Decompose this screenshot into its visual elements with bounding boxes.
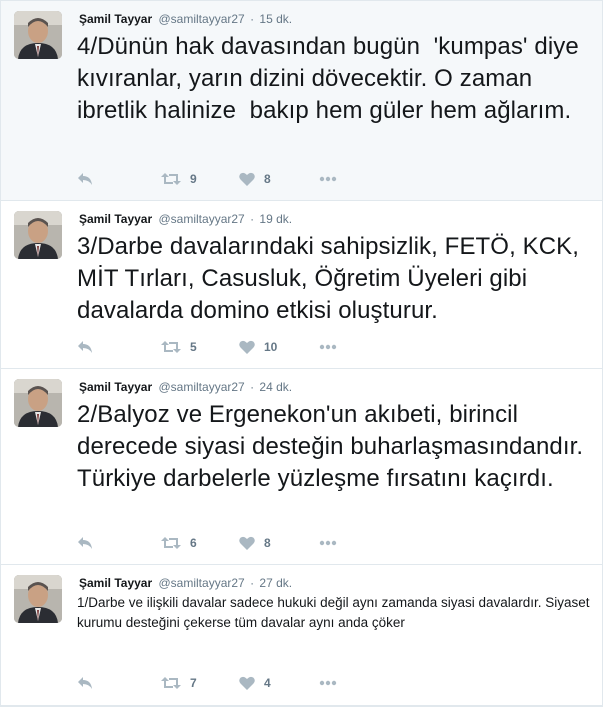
tweet-text: 1/Darbe ve ilişkili davalar sadece hukuk… — [77, 595, 594, 630]
retweet-button[interactable]: 7 — [161, 673, 197, 693]
separator: · — [250, 576, 255, 590]
tweet-timestamp[interactable]: 27 dk. — [259, 576, 292, 590]
author-name[interactable]: Şamil Tayyar — [79, 576, 152, 590]
retweet-count: 9 — [190, 172, 197, 186]
author-name[interactable]: Şamil Tayyar — [79, 12, 152, 26]
more-button[interactable] — [319, 533, 337, 553]
tweet-timeline: Şamil Tayyar @samiltayyar27 · 15 dk. 4/D… — [1, 1, 602, 705]
retweet-button[interactable]: 6 — [161, 533, 197, 553]
more-icon — [319, 344, 337, 350]
tweet-header: Şamil Tayyar @samiltayyar27 · 19 dk. — [79, 211, 292, 227]
tweet-text: 3/Darbe davalarındaki sahipsizlik, FETÖ,… — [77, 233, 586, 324]
tweet[interactable]: Şamil Tayyar @samiltayyar27 · 27 dk. 1/D… — [1, 565, 602, 705]
tweet[interactable]: Şamil Tayyar @samiltayyar27 · 24 dk. 2/B… — [1, 369, 602, 565]
reply-button[interactable] — [77, 673, 93, 693]
retweet-button[interactable]: 5 — [161, 337, 197, 357]
avatar[interactable] — [14, 379, 62, 427]
reply-icon — [77, 676, 93, 690]
avatar[interactable] — [14, 575, 62, 623]
author-handle[interactable]: @samiltayyar27 — [159, 380, 245, 394]
like-button[interactable]: 8 — [239, 169, 271, 189]
separator: · — [250, 380, 255, 394]
retweet-icon — [161, 676, 181, 690]
tweet-header: Şamil Tayyar @samiltayyar27 · 24 dk. — [79, 379, 292, 395]
tweet-header: Şamil Tayyar @samiltayyar27 · 15 dk. — [79, 11, 292, 27]
reply-button[interactable] — [77, 337, 93, 357]
tweet[interactable]: Şamil Tayyar @samiltayyar27 · 19 dk. 3/D… — [1, 201, 602, 369]
tweet-timestamp[interactable]: 24 dk. — [259, 380, 292, 394]
more-button[interactable] — [319, 169, 337, 189]
heart-icon — [239, 536, 255, 550]
tweet[interactable]: Şamil Tayyar @samiltayyar27 · 15 dk. 4/D… — [1, 1, 602, 201]
avatar[interactable] — [14, 11, 62, 59]
author-handle[interactable]: @samiltayyar27 — [159, 576, 245, 590]
reply-button[interactable] — [77, 533, 93, 553]
like-count: 8 — [264, 172, 271, 186]
separator: · — [250, 212, 255, 226]
like-button[interactable]: 4 — [239, 673, 271, 693]
tweet-header: Şamil Tayyar @samiltayyar27 · 27 dk. — [79, 575, 292, 591]
more-icon — [319, 540, 337, 546]
tweet-timestamp[interactable]: 19 dk. — [259, 212, 292, 226]
retweet-count: 5 — [190, 340, 197, 354]
more-button[interactable] — [319, 673, 337, 693]
more-icon — [319, 176, 337, 182]
author-handle[interactable]: @samiltayyar27 — [159, 212, 245, 226]
like-count: 8 — [264, 536, 271, 550]
reply-icon — [77, 340, 93, 354]
tweet-text: 2/Balyoz ve Ergenekon'un akıbeti, birinc… — [77, 401, 590, 492]
retweet-icon — [161, 340, 181, 354]
tweet-text: 4/Dünün hak davasından bugün 'kumpas' di… — [77, 33, 586, 124]
heart-icon — [239, 676, 255, 690]
like-button[interactable]: 8 — [239, 533, 271, 553]
like-button[interactable]: 10 — [239, 337, 277, 357]
like-count: 4 — [264, 676, 271, 690]
reply-button[interactable] — [77, 169, 93, 189]
author-name[interactable]: Şamil Tayyar — [79, 212, 152, 226]
retweet-count: 7 — [190, 676, 197, 690]
retweet-icon — [161, 536, 181, 550]
heart-icon — [239, 340, 255, 354]
reply-icon — [77, 536, 93, 550]
avatar[interactable] — [14, 211, 62, 259]
separator: · — [250, 12, 255, 26]
author-handle[interactable]: @samiltayyar27 — [159, 12, 245, 26]
more-button[interactable] — [319, 337, 337, 357]
retweet-button[interactable]: 9 — [161, 169, 197, 189]
heart-icon — [239, 172, 255, 186]
reply-icon — [77, 172, 93, 186]
more-icon — [319, 680, 337, 686]
author-name[interactable]: Şamil Tayyar — [79, 380, 152, 394]
like-count: 10 — [264, 340, 278, 354]
tweet-timestamp[interactable]: 15 dk. — [259, 12, 292, 26]
retweet-icon — [161, 172, 181, 186]
retweet-count: 6 — [190, 536, 197, 550]
